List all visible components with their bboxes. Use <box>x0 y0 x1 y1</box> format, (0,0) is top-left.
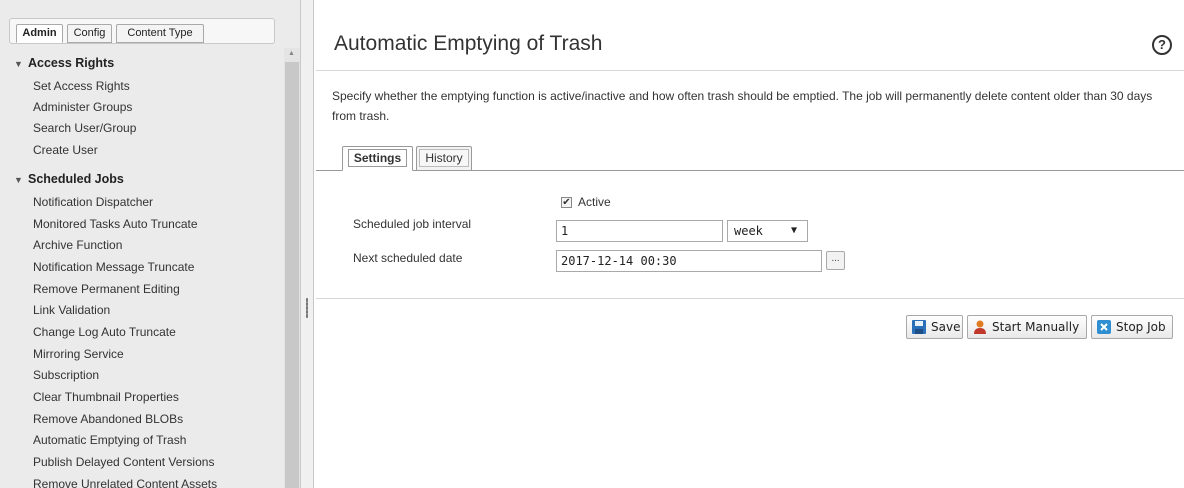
dropdown-caret-icon: ▼ <box>790 225 797 236</box>
tree-group-access-rights[interactable]: ▼ Access Rights <box>14 53 114 73</box>
tree-item-remove-abandoned-blobs[interactable]: Remove Abandoned BLOBs <box>33 409 183 429</box>
scrollbar-thumb[interactable] <box>285 62 299 488</box>
tree-item-automatic-emptying-of-trash[interactable]: Automatic Emptying of Trash <box>33 430 186 450</box>
tree-item-subscription[interactable]: Subscription <box>33 365 99 385</box>
stop-icon <box>1097 320 1111 334</box>
left-tab-strip: Admin Config Content Type <box>9 18 275 44</box>
tree-item-change-log-auto-truncate[interactable]: Change Log Auto Truncate <box>33 322 176 342</box>
tree-item-clear-thumbnail-properties[interactable]: Clear Thumbnail Properties <box>33 387 179 407</box>
tree-item-administer-groups[interactable]: Administer Groups <box>33 97 132 117</box>
date-picker-button[interactable]: ... <box>826 251 845 270</box>
active-checkbox[interactable]: ✔ <box>561 197 572 208</box>
next-date-label: Next scheduled date <box>353 251 463 265</box>
save-button-label: Save <box>931 320 961 334</box>
tree-item-publish-delayed-content-versions[interactable]: Publish Delayed Content Versions <box>33 452 214 472</box>
tree-item-search-user-group[interactable]: Search User/Group <box>33 118 136 138</box>
tree-item-create-user[interactable]: Create User <box>33 140 98 160</box>
admin-tree: ▼ Access Rights Set Access Rights Adminis… <box>0 48 284 488</box>
interval-unit-select[interactable]: week ▼ <box>727 220 808 242</box>
save-button[interactable]: Save <box>906 315 963 339</box>
tab-content-type[interactable]: Content Type <box>116 24 204 43</box>
start-manually-label: Start Manually <box>992 320 1080 334</box>
interval-unit-value: week <box>734 224 763 238</box>
splitter-grip-icon[interactable] <box>306 298 308 318</box>
help-icon[interactable]: ? <box>1152 35 1172 55</box>
tree-item-mirroring-service[interactable]: Mirroring Service <box>33 344 124 364</box>
tab-admin[interactable]: Admin <box>16 24 63 43</box>
start-manually-button[interactable]: Start Manually <box>967 315 1087 339</box>
page-description: Specify whether the emptying function is… <box>332 89 1153 123</box>
tree-scrollbar[interactable]: ▲ <box>284 48 300 488</box>
tree-item-remove-permanent-editing[interactable]: Remove Permanent Editing <box>33 279 180 299</box>
tree-item-set-access-rights[interactable]: Set Access Rights <box>33 76 130 96</box>
tree-item-monitored-tasks-auto-truncate[interactable]: Monitored Tasks Auto Truncate <box>33 214 198 234</box>
save-icon <box>912 320 926 334</box>
active-label: Active <box>578 195 611 209</box>
interval-input[interactable]: 1 <box>556 220 723 242</box>
tree-item-link-validation[interactable]: Link Validation <box>33 300 110 320</box>
page-title: Automatic Emptying of Trash <box>334 32 603 55</box>
person-start-icon <box>974 320 986 334</box>
tree-item-notification-dispatcher[interactable]: Notification Dispatcher <box>33 192 153 212</box>
tab-history[interactable]: History <box>416 146 472 171</box>
group-label: Access Rights <box>28 56 115 70</box>
scroll-up-arrow-icon[interactable]: ▲ <box>288 50 295 57</box>
tree-item-notification-message-truncate[interactable]: Notification Message Truncate <box>33 257 194 277</box>
left-navigation-panel: Admin Config Content Type ▼ Access Rights… <box>0 0 300 488</box>
tab-settings[interactable]: Settings <box>342 146 413 171</box>
next-date-input[interactable]: 2017-12-14 00:30 <box>556 250 822 272</box>
stop-job-label: Stop Job <box>1116 320 1166 334</box>
tab-config[interactable]: Config <box>67 24 112 43</box>
collapse-arrow-icon[interactable]: ▼ <box>14 170 28 190</box>
group-label: Scheduled Jobs <box>28 172 124 186</box>
tree-item-remove-unrelated-content-assets[interactable]: Remove Unrelated Content Assets <box>33 474 217 488</box>
title-divider <box>316 70 1184 71</box>
tab-history-label: History <box>419 149 469 167</box>
collapse-arrow-icon[interactable]: ▼ <box>14 54 28 74</box>
stop-job-button[interactable]: Stop Job <box>1091 315 1173 339</box>
tab-settings-label: Settings <box>347 149 408 167</box>
footer-divider <box>316 298 1184 299</box>
main-content: Automatic Emptying of Trash ? Specify wh… <box>316 0 1184 488</box>
interval-label: Scheduled job interval <box>353 217 472 231</box>
panel-splitter[interactable] <box>300 0 314 488</box>
tree-group-scheduled-jobs[interactable]: ▼ Scheduled Jobs <box>14 169 124 189</box>
tree-item-archive-function[interactable]: Archive Function <box>33 235 122 255</box>
